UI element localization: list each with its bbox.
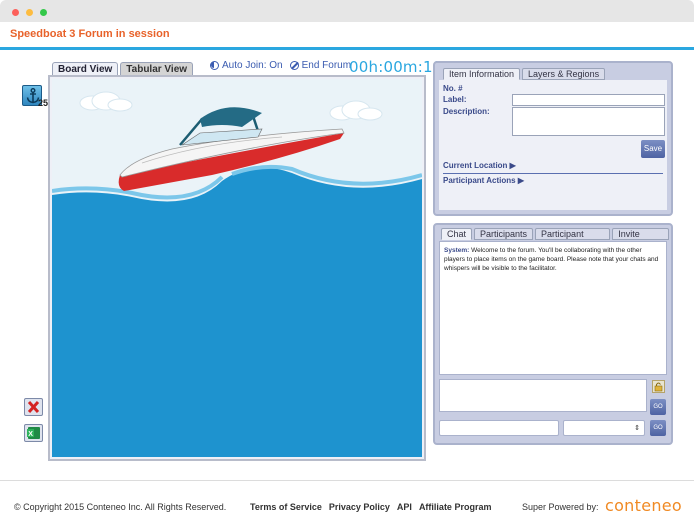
chat-log[interactable]: System: Welcome to the forum. You'll be … bbox=[439, 241, 667, 375]
send-chat-button[interactable]: GO bbox=[650, 399, 666, 415]
footer-divider bbox=[0, 480, 694, 481]
tab-item-information[interactable]: Item Information bbox=[443, 68, 521, 80]
game-board-frame bbox=[48, 75, 426, 461]
export-excel-button[interactable]: X bbox=[24, 424, 43, 442]
title-divider bbox=[0, 47, 694, 50]
chat-sender: System: bbox=[444, 247, 470, 254]
zoom-window-button[interactable] bbox=[40, 9, 47, 16]
page-title: Speedboat 3 Forum in session bbox=[10, 28, 170, 40]
delete-icon bbox=[27, 400, 40, 414]
tab-invite-guests[interactable]: Invite Guests bbox=[612, 228, 669, 250]
chat-text: Welcome to the forum. You'll be collabor… bbox=[444, 247, 659, 272]
participant-actions-toggle[interactable]: Participant Actions ▶ bbox=[443, 176, 524, 185]
speedboat-board-image bbox=[52, 79, 422, 457]
tab-layers-regions[interactable]: Layers & Regions bbox=[522, 68, 606, 80]
send-whisper-button[interactable]: GO bbox=[650, 420, 666, 436]
forum-controls: Auto Join: On End Forum bbox=[210, 60, 358, 71]
board-view-tabs: Board View Tabular View bbox=[52, 62, 195, 76]
tab-chat[interactable]: Chat bbox=[441, 228, 473, 240]
tab-participants[interactable]: Participants bbox=[474, 228, 534, 240]
close-window-button[interactable] bbox=[12, 9, 19, 16]
whisper-lock-button[interactable] bbox=[652, 380, 665, 393]
privacy-policy-link[interactable]: Privacy Policy bbox=[329, 502, 390, 512]
stop-icon bbox=[289, 61, 299, 70]
chat-panel: Chat Participants Participant Actions In… bbox=[433, 223, 673, 445]
current-location-toggle[interactable]: Current Location ▶ bbox=[443, 161, 516, 170]
end-forum-button[interactable]: End Forum bbox=[289, 60, 352, 71]
brand-logo[interactable]: conteneo bbox=[605, 496, 682, 515]
anchor-count: 25 bbox=[38, 98, 49, 108]
auto-join-label: Auto Join: On bbox=[222, 60, 283, 71]
description-textarea[interactable] bbox=[512, 107, 665, 136]
affiliate-program-link[interactable]: Affiliate Program bbox=[419, 502, 492, 512]
excel-export-icon: X bbox=[27, 427, 40, 439]
footer-copyright: © Copyright 2015 Conteneo Inc. All Right… bbox=[14, 502, 227, 512]
auto-join-toggle[interactable]: Auto Join: On bbox=[210, 60, 283, 71]
tab-participant-actions[interactable]: Participant Actions bbox=[535, 228, 611, 250]
footer-links: Terms of Service Privacy Policy API Affi… bbox=[250, 502, 498, 512]
end-forum-label: End Forum bbox=[301, 60, 352, 71]
chat-message: System: Welcome to the forum. You'll be … bbox=[440, 242, 666, 277]
item-information-body: No. # Label: Description: Save Current L… bbox=[439, 80, 667, 210]
section-divider bbox=[443, 173, 663, 174]
whisper-recipient-select[interactable]: ⇕ bbox=[563, 420, 645, 436]
tab-tabular-view[interactable]: Tabular View bbox=[120, 62, 194, 76]
window-titlebar bbox=[0, 0, 694, 22]
toggle-icon bbox=[210, 61, 219, 70]
tab-board-view[interactable]: Board View bbox=[52, 62, 119, 76]
api-link[interactable]: API bbox=[397, 502, 412, 512]
delete-item-button[interactable] bbox=[24, 398, 43, 416]
item-information-panel: Item Information Layers & Regions No. # … bbox=[433, 61, 673, 216]
minimize-window-button[interactable] bbox=[26, 9, 33, 16]
svg-text:X: X bbox=[28, 431, 33, 438]
terms-of-service-link[interactable]: Terms of Service bbox=[250, 502, 322, 512]
game-board[interactable] bbox=[52, 79, 422, 457]
select-arrows-icon: ⇕ bbox=[634, 425, 640, 432]
chat-message-input[interactable] bbox=[439, 379, 647, 412]
save-button[interactable]: Save bbox=[641, 140, 665, 158]
description-field-label: Description: bbox=[443, 107, 490, 116]
lock-icon bbox=[654, 382, 663, 392]
label-input[interactable] bbox=[512, 94, 665, 106]
powered-by-label: Super Powered by: bbox=[522, 502, 599, 512]
whisper-input[interactable] bbox=[439, 420, 559, 436]
label-field-label: Label: bbox=[443, 95, 467, 104]
item-number-label: No. # bbox=[443, 84, 463, 93]
